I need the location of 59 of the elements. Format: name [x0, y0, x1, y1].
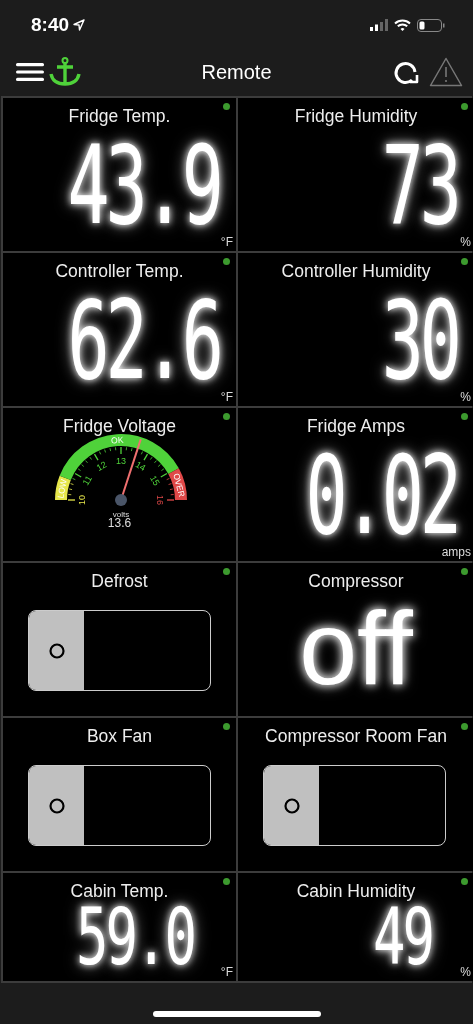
circle-icon: [283, 797, 300, 814]
scale-label: 15: [147, 473, 162, 488]
unit-label: %: [460, 235, 471, 249]
anchor-icon[interactable]: [48, 57, 82, 87]
circle-icon: [48, 797, 65, 814]
toggle-thumb[interactable]: [264, 766, 319, 845]
digital-reading: 73: [381, 138, 458, 235]
tile-title: Compressor Room Fan: [265, 726, 447, 746]
tile-title: Cabin Temp.: [70, 881, 169, 901]
tile-title: Cabin Humidity: [296, 881, 416, 901]
scale-label: 10: [77, 495, 87, 505]
scale-label: 14: [133, 459, 148, 474]
toggle-thumb[interactable]: [29, 766, 84, 845]
scale-label: 13: [116, 456, 126, 466]
digital-reading: 62.6: [67, 293, 220, 390]
toggle-switch[interactable]: [28, 765, 211, 846]
scale-label: 12: [94, 459, 109, 474]
unit-label: %: [460, 965, 471, 979]
state-reading: off: [299, 590, 413, 706]
unit-label: amps: [441, 545, 471, 559]
gauge-reading: 13.6: [107, 516, 132, 530]
zone-label: OVER: [171, 472, 187, 498]
toggle-thumb[interactable]: [29, 611, 84, 690]
toggle-switch[interactable]: [28, 610, 211, 691]
scale-label: 11: [80, 473, 94, 488]
digital-reading: 30: [381, 293, 458, 390]
signal-icon: [370, 19, 388, 31]
tile-title: Fridge Amps: [306, 416, 406, 436]
scale-label: 16: [155, 495, 165, 505]
digital-reading: 0.02: [305, 448, 458, 545]
tile-title: Fridge Humidity: [294, 106, 418, 126]
screen-title: Remote: [201, 60, 272, 83]
status-time: 8:40: [31, 14, 70, 36]
toggle-switch[interactable]: [263, 765, 446, 846]
tile-title: Box Fan: [86, 726, 153, 746]
unit-label: volts: [112, 510, 130, 519]
refresh-icon[interactable]: [393, 59, 419, 85]
warning-icon[interactable]: [429, 57, 463, 87]
tile-title: Compressor: [308, 571, 404, 591]
unit-label: °F: [220, 965, 233, 979]
battery-icon: [417, 18, 445, 32]
digital-reading: 43.9: [67, 138, 220, 235]
tile-title: Fridge Temp.: [68, 106, 171, 126]
unit-label: %: [460, 390, 471, 404]
zone-label: OK: [110, 434, 124, 446]
needle-hub: [115, 494, 127, 506]
tile-title: Defrost: [91, 571, 148, 591]
location-arrow-icon: [73, 19, 86, 31]
circle-icon: [48, 642, 65, 659]
digital-reading: 49: [372, 905, 432, 972]
tile-title: Controller Humidity: [281, 261, 431, 281]
unit-label: °F: [220, 235, 233, 249]
tile-title: Fridge Voltage: [63, 416, 176, 436]
zone-label: LOW: [55, 478, 69, 500]
tile-title: Controller Temp.: [55, 261, 184, 281]
unit-label: °F: [220, 390, 233, 404]
digital-reading: 59.0: [75, 905, 194, 972]
menu-icon[interactable]: [16, 61, 44, 83]
wifi-icon: [394, 19, 411, 31]
